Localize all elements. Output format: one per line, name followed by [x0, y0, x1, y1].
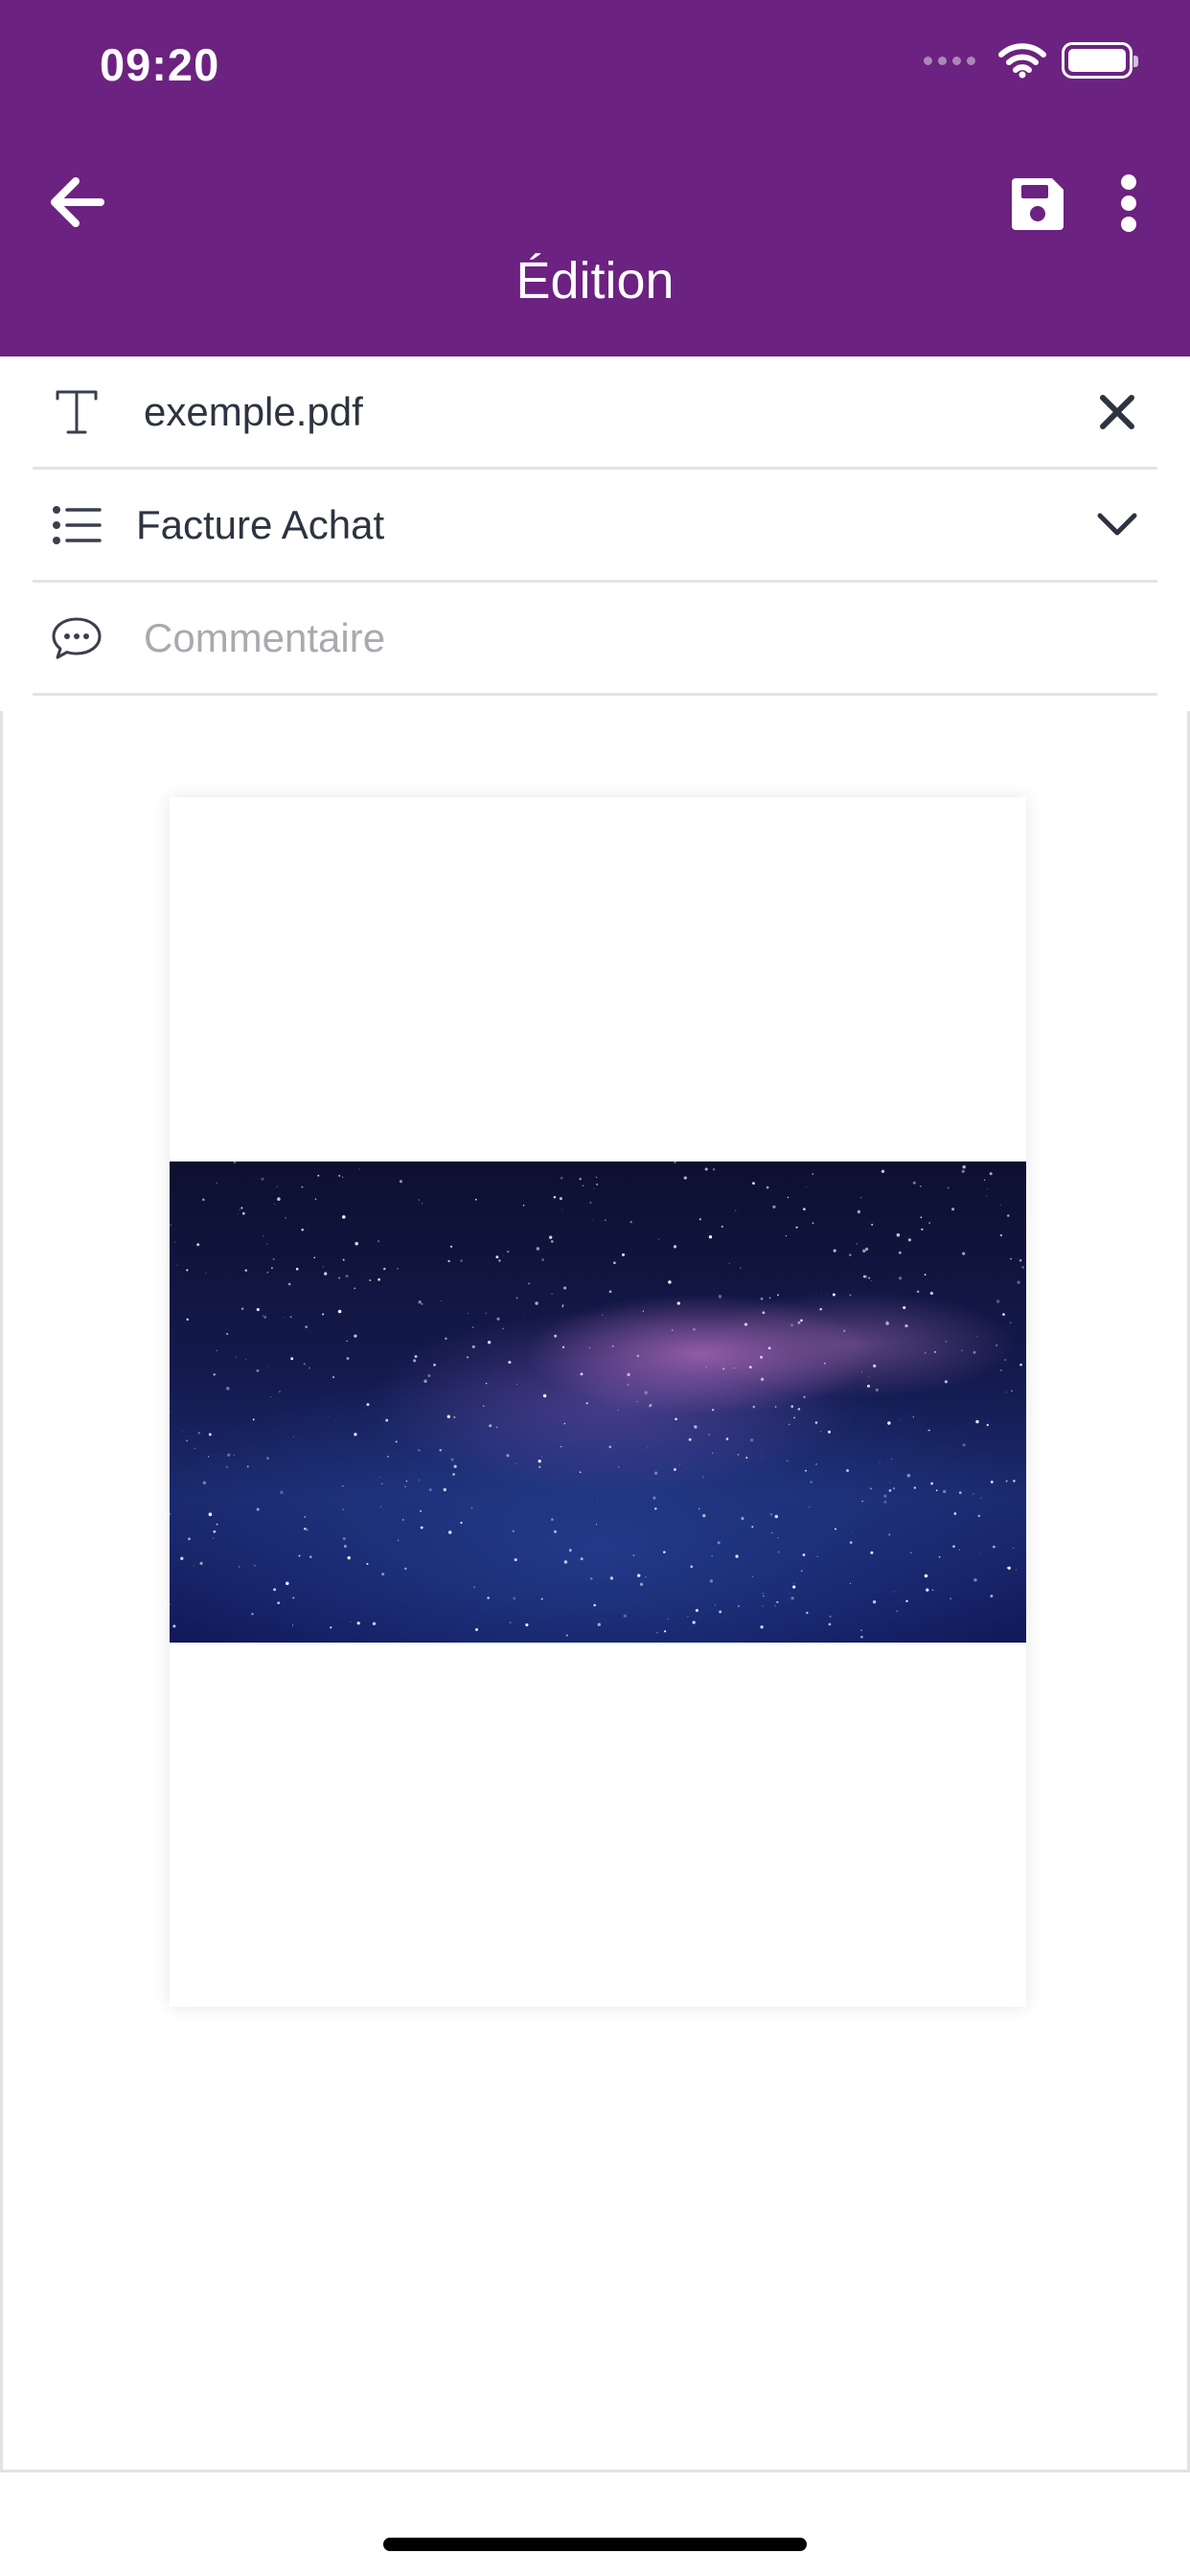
category-value: Facture Achat	[136, 501, 385, 547]
battery-icon	[1062, 42, 1138, 79]
vertical-ellipsis-icon	[1121, 174, 1136, 232]
status-indicators	[924, 42, 1138, 79]
status-time: 09:20	[100, 39, 220, 90]
page-title: Édition	[515, 252, 675, 310]
comment-field[interactable]: Commentaire	[33, 583, 1157, 696]
floppy-disk-icon	[1012, 178, 1064, 230]
arrow-left-icon	[51, 177, 104, 227]
wifi-icon	[998, 43, 1046, 79]
back-button[interactable]	[42, 168, 111, 237]
comment-input[interactable]: Commentaire	[144, 615, 385, 661]
pdf-page[interactable]	[170, 797, 1026, 2007]
chevron-down-icon	[1097, 513, 1137, 535]
speech-bubble-icon	[46, 608, 107, 669]
text-t-icon	[46, 381, 107, 443]
starry-sky-image	[170, 1162, 1026, 1643]
more-options-button[interactable]	[1102, 169, 1156, 238]
document-form: exemple.pdf Facture Achat Commentaire	[0, 356, 1190, 696]
save-button[interactable]	[1004, 171, 1071, 238]
app-header: 09:20 Édition	[0, 0, 1190, 356]
close-icon	[1100, 394, 1134, 429]
pdf-preview-area[interactable]	[0, 711, 1190, 2472]
category-select[interactable]: Facture Achat	[33, 470, 1157, 583]
filename-field[interactable]: exemple.pdf	[33, 356, 1157, 470]
clear-filename-button[interactable]	[1087, 381, 1148, 443]
category-dropdown-toggle[interactable]	[1087, 494, 1148, 556]
home-indicator[interactable]	[383, 2538, 807, 2551]
list-icon	[46, 494, 107, 556]
cellular-signal-icon	[924, 56, 975, 65]
filename-value: exemple.pdf	[144, 388, 363, 434]
